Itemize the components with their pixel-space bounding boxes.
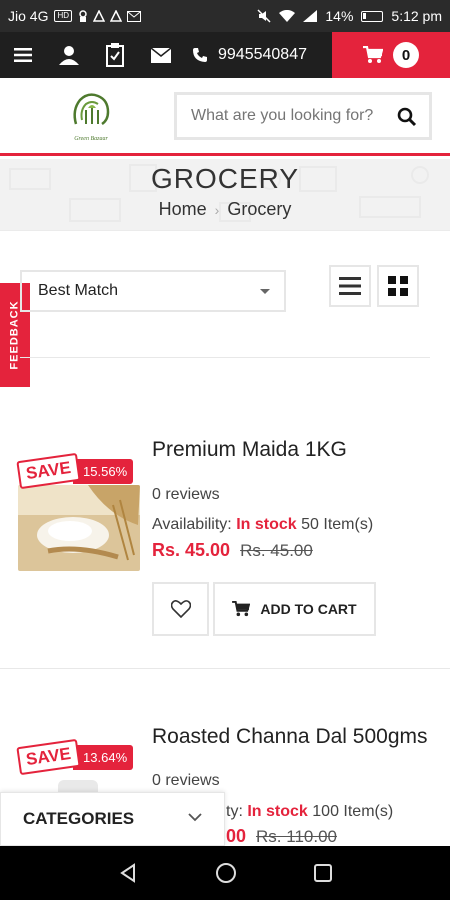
product-image[interactable] — [18, 485, 140, 571]
mail-icon[interactable] — [138, 32, 184, 78]
product-price: Rs. 45.00 Rs. 45.00 — [152, 540, 313, 561]
product-title[interactable]: Premium Maida 1KG — [152, 438, 347, 462]
site-logo[interactable]: Green Bazaar — [68, 90, 114, 146]
search-box — [174, 92, 432, 140]
availability-label: ty: — [226, 803, 243, 820]
search-input[interactable] — [191, 107, 391, 125]
save-badge: SAVE 13.64% — [16, 738, 134, 776]
clock: 5:12 pm — [391, 8, 442, 24]
stock-quantity: 100 Item(s) — [312, 803, 394, 820]
product-price: 00 Rs. 110.00 — [226, 826, 337, 847]
page-banner: GROCERY Home › Grocery — [0, 159, 450, 231]
recents-icon[interactable] — [313, 864, 332, 882]
chevron-down-icon — [188, 813, 202, 822]
stock-status: In stock — [236, 516, 297, 533]
cart-icon — [363, 46, 383, 63]
product-reviews[interactable]: 0 reviews — [152, 486, 220, 504]
signal-icon — [303, 10, 318, 22]
list-icon — [339, 277, 361, 295]
stock-quantity: 50 Item(s) — [301, 516, 374, 533]
carrier-label: Jio 4G — [8, 8, 49, 24]
status-bar: Jio 4G HD 14% 5:12 pm — [0, 0, 450, 32]
phone-number: 9945540847 — [218, 46, 307, 63]
divider — [20, 357, 430, 358]
hd-badge: HD — [54, 10, 73, 22]
grid-icon — [388, 276, 408, 296]
save-label: SAVE — [16, 738, 81, 776]
cart-button[interactable]: 0 — [332, 32, 450, 78]
system-nav-bar — [0, 846, 450, 900]
grid-view-button[interactable] — [377, 265, 419, 307]
menu-icon[interactable] — [0, 32, 46, 78]
current-price: Rs. 45.00 — [152, 540, 231, 560]
categories-toggle[interactable]: CATEGORIES — [0, 792, 225, 846]
list-view-button[interactable] — [329, 265, 371, 307]
breadcrumb: Home › Grocery — [0, 199, 450, 220]
wifi-icon — [279, 10, 296, 22]
save-percent: 13.64% — [73, 744, 134, 770]
save-percent: 15.56% — [73, 458, 134, 484]
wishlist-button[interactable] — [152, 582, 209, 636]
back-icon[interactable] — [118, 863, 138, 883]
product-availability: ty: In stock 100 Item(s) — [226, 803, 393, 821]
save-label: SAVE — [16, 452, 81, 490]
battery-percent: 14% — [325, 8, 354, 24]
sort-value: Best Match — [38, 282, 119, 299]
old-price: Rs. 45.00 — [240, 541, 313, 560]
home-icon[interactable] — [215, 862, 237, 884]
site-header: Green Bazaar — [0, 78, 450, 156]
clipboard-icon[interactable] — [92, 32, 138, 78]
sort-select[interactable]: Best Match — [20, 270, 286, 312]
user-icon[interactable] — [46, 32, 92, 78]
battery-icon — [361, 10, 384, 22]
cart-count: 0 — [393, 42, 419, 68]
chevron-right-icon: › — [214, 201, 220, 218]
save-badge: SAVE 15.56% — [16, 452, 134, 490]
caret-down-icon — [260, 289, 270, 294]
product-title[interactable]: Roasted Channa Dal 500gms — [152, 725, 428, 749]
product-availability: Availability: In stock 50 Item(s) — [152, 516, 373, 534]
product-reviews[interactable]: 0 reviews — [152, 772, 220, 790]
notification-icons — [78, 9, 142, 23]
categories-label: CATEGORIES — [23, 809, 135, 828]
add-to-cart-label: ADD TO CART — [260, 601, 357, 617]
cart-icon — [232, 601, 251, 617]
page-title: GROCERY — [150, 163, 300, 194]
mute-icon — [257, 9, 271, 23]
breadcrumb-home[interactable]: Home — [159, 199, 207, 220]
availability-label: Availability: — [152, 516, 232, 533]
old-price: Rs. 110.00 — [256, 827, 337, 846]
top-nav: 9945540847 0 — [0, 32, 450, 78]
divider — [0, 668, 450, 669]
add-to-cart-button[interactable]: ADD TO CART — [213, 582, 376, 636]
stock-status: In stock — [247, 803, 308, 820]
heart-icon — [170, 600, 191, 618]
breadcrumb-current: Grocery — [227, 199, 292, 219]
phone-icon — [193, 48, 207, 62]
phone-link[interactable]: 9945540847 — [192, 46, 307, 64]
current-price: 00 — [226, 826, 247, 846]
search-icon[interactable] — [397, 107, 417, 127]
svg-text:Green Bazaar: Green Bazaar — [74, 136, 108, 142]
